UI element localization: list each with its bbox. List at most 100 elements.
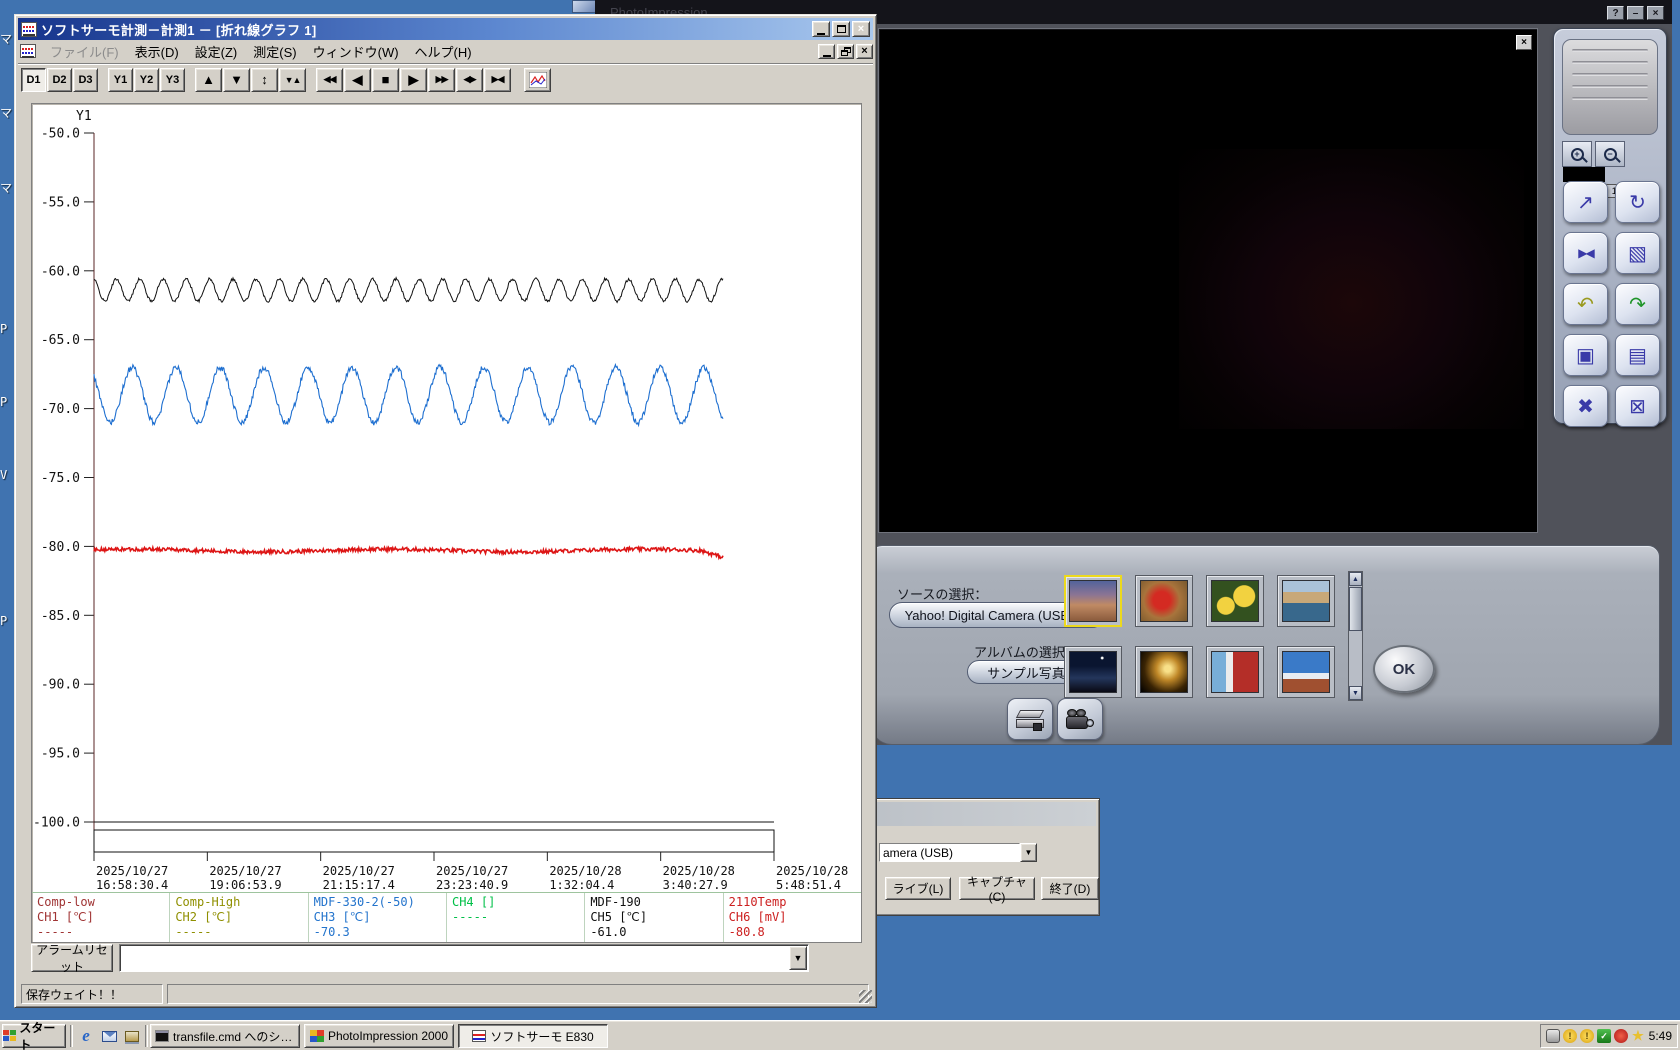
zoom-in-button[interactable]: +	[1562, 141, 1592, 167]
scan-button[interactable]	[1007, 698, 1053, 740]
paste-button[interactable]: ▤	[1615, 334, 1660, 376]
star-icon[interactable]: ★	[1631, 1028, 1645, 1043]
step-forward-button[interactable]: ▶	[400, 67, 427, 92]
rotate-tool-button[interactable]: ↻	[1615, 181, 1660, 223]
thumbnail-scrollbar[interactable]: ▲ ▼	[1348, 571, 1363, 701]
mdi-minimize-button[interactable]	[818, 43, 835, 59]
chevron-down-icon[interactable]: ▼	[789, 946, 807, 970]
resize-grip[interactable]	[859, 990, 872, 1003]
scrollbar-thumb[interactable]	[1349, 587, 1362, 631]
thumbnail-yellow-flowers[interactable]	[1206, 575, 1264, 627]
softthermo-titlebar[interactable]: ソフトサーモ計測－計測1 － [折れ線グラフ 1] ×	[18, 18, 873, 40]
delete-button[interactable]: ✖	[1563, 385, 1608, 427]
step-back-icon: ◀	[352, 71, 363, 87]
update-icon[interactable]: !	[1563, 1029, 1577, 1043]
close-image-button[interactable]: ⊠	[1615, 385, 1660, 427]
ok-button[interactable]: OK	[1373, 645, 1435, 693]
y2-button[interactable]: Y2	[134, 67, 159, 92]
expand-y-button[interactable]: ↕	[251, 67, 278, 92]
fast-forward-button[interactable]: ▶▶	[428, 67, 455, 92]
x-tick-time: 1:32:04.4	[549, 878, 614, 892]
task-button-3[interactable]: ソフトサーモ E830	[458, 1024, 608, 1048]
flip-tool-button[interactable]: ▶◀	[1563, 232, 1608, 274]
copy-button[interactable]: ▣	[1563, 334, 1608, 376]
alert-icon[interactable]	[1614, 1029, 1628, 1043]
menu-view[interactable]: 表示(D)	[127, 43, 187, 62]
fit-y-button[interactable]: ▼▲	[279, 67, 306, 92]
mdi-close-button[interactable]: ×	[856, 43, 873, 59]
menu-settings[interactable]: 設定(Z)	[187, 43, 246, 62]
thumbnail-harbor-town[interactable]	[1277, 575, 1335, 627]
rewind-icon: ◀◀	[323, 74, 337, 84]
channel-title: Comp-High	[175, 895, 241, 909]
palette-grip[interactable]	[1562, 39, 1658, 135]
warning-icon[interactable]: !	[1580, 1029, 1594, 1043]
internet-explorer-icon: e	[82, 1026, 90, 1045]
minimize-button[interactable]: –	[1627, 6, 1644, 21]
menu-window[interactable]: ウィンドウ(W)	[305, 43, 407, 62]
undo-button[interactable]: ↶	[1563, 283, 1608, 325]
menu-file[interactable]: ファイル(F)	[42, 43, 127, 62]
thumbnail-canyon-sky[interactable]	[1277, 646, 1335, 698]
video-capture-button[interactable]	[1057, 698, 1103, 740]
scroll-down-button[interactable]: ▼	[223, 67, 250, 92]
mail-launch[interactable]	[99, 1026, 119, 1046]
mdi-restore-button[interactable]	[837, 43, 854, 59]
crop-tool-button[interactable]: ▧	[1615, 232, 1660, 274]
minimize-button[interactable]	[812, 21, 830, 37]
close-button[interactable]: ×	[852, 21, 870, 37]
redo-button[interactable]: ↷	[1615, 283, 1660, 325]
menu-help[interactable]: ヘルプ(H)	[407, 43, 480, 62]
thumbnail-rock-spires[interactable]	[1064, 575, 1122, 627]
scroll-up-button[interactable]: ▲	[195, 67, 222, 92]
step-back-button[interactable]: ◀	[344, 67, 371, 92]
resize-tool-button[interactable]: ↗	[1563, 181, 1608, 223]
fast-forward-icon: ▶▶	[435, 74, 449, 84]
zoom-out-button[interactable]: −	[1595, 141, 1625, 167]
thumbnail-red-cardinal[interactable]	[1135, 575, 1193, 627]
chevron-down-icon[interactable]: ▼	[1020, 843, 1037, 862]
alarm-history-dropdown[interactable]: ▼	[119, 944, 809, 972]
y3-button[interactable]: Y3	[160, 67, 185, 92]
scroll-down-icon[interactable]: ▼	[1349, 686, 1362, 700]
album-select-value: サンプル写真	[987, 665, 1065, 681]
fit-y-icon: ▼▲	[284, 74, 302, 85]
restore-icon	[840, 46, 851, 56]
antivirus-icon[interactable]: ✓	[1597, 1029, 1611, 1043]
exit-button[interactable]: 終了(D)	[1041, 877, 1099, 900]
fax-icon[interactable]	[1546, 1029, 1560, 1043]
delete-icon: ✖	[1577, 395, 1594, 418]
live-button[interactable]: ライブ(L)	[885, 877, 951, 900]
d3-button[interactable]: D3	[73, 67, 98, 92]
task-button-1[interactable]: transfile.cmd へのショート...	[150, 1024, 300, 1048]
close-icon[interactable]: ×	[1516, 35, 1532, 50]
d2-button[interactable]: D2	[47, 67, 72, 92]
y-tick-label: -90.0	[41, 678, 80, 693]
start-button[interactable]: スタート	[2, 1021, 66, 1050]
expand-x-button[interactable]: ◀▶	[456, 67, 483, 92]
internet-explorer-launch[interactable]: e	[76, 1026, 96, 1046]
show-desktop-launch[interactable]	[122, 1026, 142, 1046]
graph-settings-button[interactable]	[524, 67, 551, 92]
maximize-button[interactable]	[832, 21, 850, 37]
start-label: スタート	[19, 1021, 56, 1050]
thumbnail-lighthouse[interactable]	[1206, 646, 1264, 698]
help-button[interactable]: ?	[1607, 6, 1624, 21]
menu-measure[interactable]: 測定(S)	[245, 43, 304, 62]
resize-tool-icon: ↗	[1577, 191, 1594, 214]
thumbnail-night-skyline[interactable]	[1064, 646, 1122, 698]
alarm-history-field[interactable]	[119, 944, 809, 972]
rewind-button[interactable]: ◀◀	[316, 67, 343, 92]
alarm-reset-button[interactable]: アラームリセット	[31, 943, 113, 974]
thumbnail-gold-spiral[interactable]	[1135, 646, 1193, 698]
y1-button[interactable]: Y1	[108, 67, 133, 92]
task-button-2[interactable]: PhotoImpression 2000	[304, 1024, 454, 1048]
fit-x-button[interactable]: ▶◀	[484, 67, 511, 92]
stop-button[interactable]: ■	[372, 67, 399, 92]
legend-channel-4: CH4 [] -----	[447, 893, 586, 942]
close-button[interactable]: ×	[1647, 6, 1664, 21]
scroll-up-icon[interactable]: ▲	[1349, 572, 1362, 586]
d1-button[interactable]: D1	[21, 67, 46, 92]
capture-button[interactable]: キャプチャ(C)	[959, 875, 1035, 904]
camera-select-dropdown[interactable]: amera (USB)	[879, 843, 1020, 862]
